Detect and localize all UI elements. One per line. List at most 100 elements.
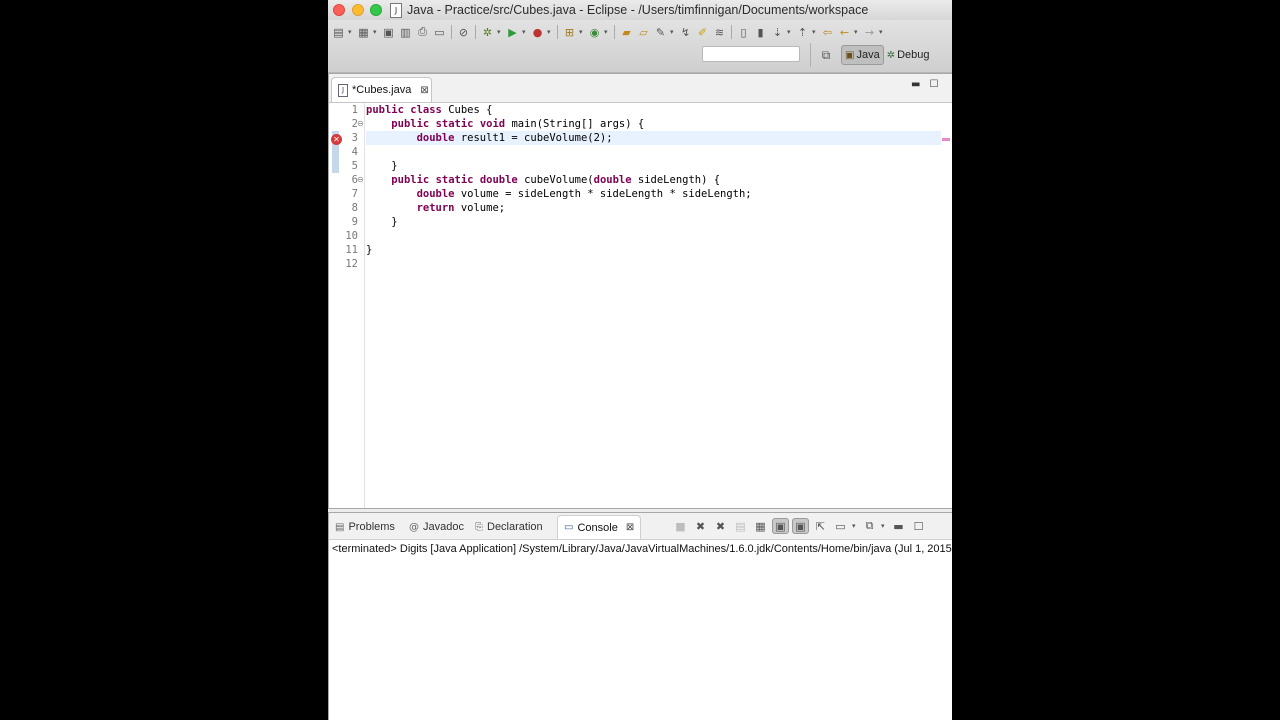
new-icon[interactable]: ▤ bbox=[331, 25, 346, 40]
close-icon[interactable]: ⊠ bbox=[420, 85, 428, 96]
save-icon[interactable]: ▣ bbox=[381, 25, 396, 40]
line-number: 9 bbox=[351, 216, 358, 228]
forward-icon[interactable]: → bbox=[862, 25, 877, 40]
line-number: 7 bbox=[351, 188, 358, 200]
java-perspective-button[interactable]: ▣ Java bbox=[841, 45, 884, 65]
chevron-down-icon[interactable]: ▾ bbox=[373, 28, 379, 36]
maximize-icon[interactable]: ☐ bbox=[910, 518, 927, 534]
problems-icon: ▤ bbox=[335, 521, 345, 533]
zoom-window-button[interactable] bbox=[370, 4, 382, 16]
last-edit-location-icon[interactable]: ⇦ bbox=[820, 25, 835, 40]
console-icon: ▭ bbox=[564, 522, 574, 533]
declaration-icon: ⎘ bbox=[475, 521, 483, 533]
open-console-icon[interactable]: ▭ bbox=[432, 25, 447, 40]
show-whitespace-icon[interactable]: ≋ bbox=[712, 25, 727, 40]
chevron-down-icon[interactable]: ▾ bbox=[854, 28, 860, 36]
chevron-down-icon[interactable]: ▾ bbox=[348, 28, 354, 36]
show-on-error-icon[interactable]: ▣ bbox=[792, 518, 809, 534]
debug-icon[interactable]: ✲ bbox=[480, 25, 495, 40]
close-icon[interactable]: ⊠ bbox=[626, 522, 634, 533]
terminate-icon[interactable]: ■ bbox=[672, 518, 689, 534]
chevron-down-icon[interactable]: ▾ bbox=[670, 28, 676, 36]
search-icon[interactable]: ✎ bbox=[653, 25, 668, 40]
toolbar-separator bbox=[451, 25, 452, 39]
tab-javadoc[interactable]: @ Javadoc bbox=[409, 515, 464, 539]
toolbar-separator bbox=[614, 25, 615, 39]
chevron-down-icon[interactable]: ▾ bbox=[604, 28, 610, 36]
collapse-icon[interactable]: ⊖ bbox=[357, 176, 365, 184]
code-editor[interactable]: ✕ 1 2 ⊖ 3 4 5 6 ⊖ 7 8 9 10 11 12 public … bbox=[329, 103, 952, 508]
scroll-lock-icon[interactable]: ▦ bbox=[752, 518, 769, 534]
tab-console[interactable]: ▭ Console ⊠ bbox=[557, 515, 642, 539]
line-number: 10 bbox=[345, 230, 358, 242]
chevron-down-icon[interactable]: ▾ bbox=[547, 28, 553, 36]
chevron-down-icon[interactable]: ▾ bbox=[522, 28, 528, 36]
collapse-icon[interactable]: ⊖ bbox=[357, 120, 365, 128]
run-icon[interactable]: ▶ bbox=[505, 25, 520, 40]
tab-problems[interactable]: ▤ Problems bbox=[335, 515, 395, 539]
chevron-down-icon[interactable]: ▾ bbox=[787, 28, 793, 36]
remove-launch-icon[interactable]: ✖ bbox=[692, 518, 709, 534]
close-window-button[interactable] bbox=[333, 4, 345, 16]
minimize-window-button[interactable] bbox=[352, 4, 364, 16]
print-icon[interactable]: ⎙ bbox=[415, 25, 430, 40]
chevron-down-icon[interactable]: ▾ bbox=[879, 28, 885, 36]
overview-error-marker[interactable] bbox=[942, 138, 950, 141]
chevron-down-icon[interactable]: ▾ bbox=[579, 28, 585, 36]
toolbar-separator bbox=[557, 25, 558, 39]
code-line-current: double result1 = cubeVolume(2); bbox=[366, 131, 941, 145]
display-console-icon[interactable]: ▭ bbox=[832, 518, 849, 534]
maximize-icon[interactable]: ☐ bbox=[929, 79, 938, 90]
new-java-project-icon[interactable]: ⊞ bbox=[562, 25, 577, 40]
previous-annotation-icon[interactable]: ⇡ bbox=[795, 25, 810, 40]
editor-tab-bar: J *Cubes.java ⊠ ▬ ☐ bbox=[329, 74, 952, 103]
chevron-down-icon[interactable]: ▾ bbox=[497, 28, 503, 36]
code-line: public static void main(String[] args) { bbox=[391, 118, 645, 130]
editor-tab-label: *Cubes.java bbox=[352, 84, 412, 96]
toggle-mark-occurrences-icon[interactable]: ↯ bbox=[678, 25, 693, 40]
minimize-icon[interactable]: ▬ bbox=[890, 518, 907, 534]
remove-all-launches-icon[interactable]: ✖ bbox=[712, 518, 729, 534]
java-file-icon: J bbox=[390, 3, 402, 18]
tab-declaration[interactable]: ⎘ Declaration bbox=[475, 515, 543, 539]
line-number: 8 bbox=[351, 202, 358, 214]
show-on-output-icon[interactable]: ▣ bbox=[772, 518, 789, 534]
editor-tab-cubes[interactable]: J *Cubes.java ⊠ bbox=[331, 77, 432, 102]
chevron-down-icon[interactable]: ▾ bbox=[881, 522, 887, 530]
back-icon[interactable]: ← bbox=[837, 25, 852, 40]
tab-declaration-label: Declaration bbox=[487, 521, 543, 533]
block-selection-icon[interactable]: ▯ bbox=[736, 25, 751, 40]
new-package-icon[interactable]: ▦ bbox=[356, 25, 371, 40]
new-class-icon[interactable]: ◉ bbox=[587, 25, 602, 40]
external-tools-icon[interactable]: ● bbox=[530, 25, 545, 40]
highlight-icon[interactable]: ✐ bbox=[695, 25, 710, 40]
chevron-down-icon[interactable]: ▾ bbox=[812, 28, 818, 36]
pin-console-icon[interactable]: ⇱ bbox=[812, 518, 829, 534]
window-title: Java - Practice/src/Cubes.java - Eclipse… bbox=[407, 3, 869, 17]
console-toolbar: ■ ✖ ✖ ▤ ▦ ▣ ▣ ⇱ ▭ ▾ ⧉ ▾ ▬ ☐ bbox=[672, 518, 927, 534]
open-type-icon[interactable]: ▰ bbox=[619, 25, 634, 40]
open-console-icon[interactable]: ⧉ bbox=[861, 518, 878, 534]
line-number: 12 bbox=[345, 258, 358, 270]
save-all-icon[interactable]: ▥ bbox=[398, 25, 413, 40]
code-line: } bbox=[366, 216, 398, 228]
eclipse-window: J Java - Practice/src/Cubes.java - Eclip… bbox=[328, 0, 952, 720]
open-perspective-icon[interactable]: ⧉ bbox=[817, 47, 835, 63]
quick-access-input[interactable] bbox=[702, 46, 800, 62]
clear-console-icon[interactable]: ▤ bbox=[732, 518, 749, 534]
skip-breakpoints-icon[interactable]: ⊘ bbox=[456, 25, 471, 40]
code-line: public static double cubeVolume(double s… bbox=[391, 174, 721, 186]
line-number: 1 bbox=[351, 104, 358, 116]
editor-window-controls: ▬ ☐ bbox=[911, 79, 938, 90]
code-line: } bbox=[366, 160, 398, 172]
main-toolbar: ▤ ▾ ▦ ▾ ▣ ▥ ⎙ ▭ ⊘ ✲ ▾ ▶ ▾ ● ▾ ⊞ ▾ ◉ ▾ ▰ ▱ ✎ ▾ ↯ … bbox=[328, 20, 952, 73]
chevron-down-icon[interactable]: ▾ bbox=[852, 522, 858, 530]
show-source-icon[interactable]: ▮ bbox=[753, 25, 768, 40]
debug-perspective-button[interactable]: ✲ Debug bbox=[884, 46, 933, 64]
error-icon[interactable]: ✕ bbox=[331, 134, 342, 145]
minimize-icon[interactable]: ▬ bbox=[911, 79, 920, 90]
next-annotation-icon[interactable]: ⇣ bbox=[770, 25, 785, 40]
open-task-icon[interactable]: ▱ bbox=[636, 25, 651, 40]
code-line: double volume = sideLength * sideLength … bbox=[416, 188, 752, 200]
